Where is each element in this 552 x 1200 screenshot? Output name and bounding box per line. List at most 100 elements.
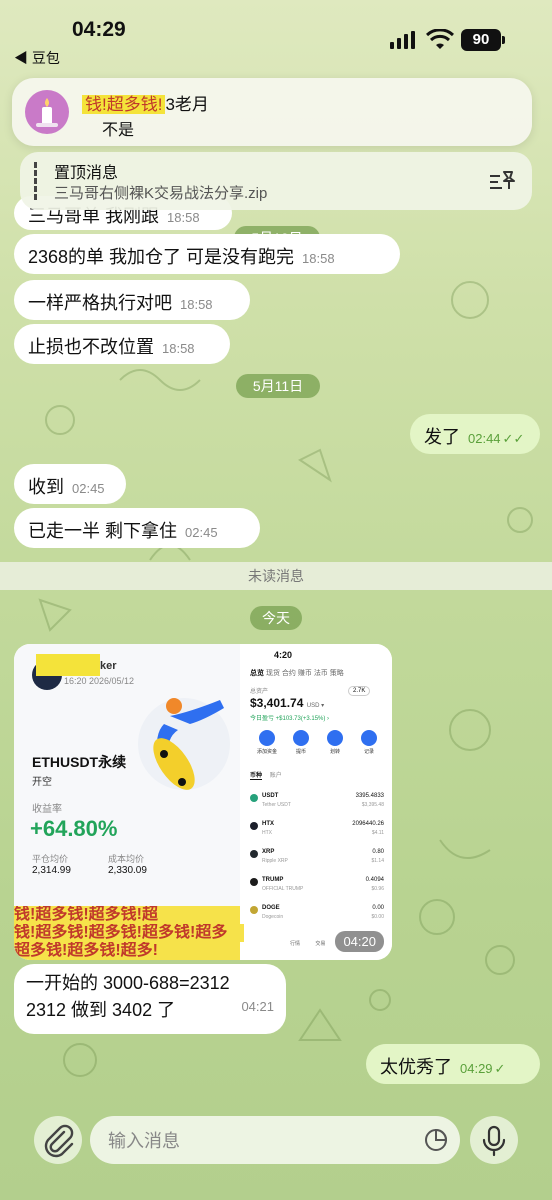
sender-name: 3老月: [165, 95, 209, 114]
withdraw-icon: [293, 730, 309, 746]
image-message[interactable]: ker 16:20 2026/05/12 ETHUSDT永续 开空 收益率 +6…: [14, 644, 392, 960]
pinned-subtitle: 三马哥右侧裸K交易战法分享.zip: [54, 185, 268, 202]
coin-value: $0.96: [371, 886, 384, 892]
wallet-tab: 赚币: [297, 670, 312, 677]
bottom-nav: 行情 交易: [290, 940, 325, 947]
total-unit: USD ▾: [306, 703, 325, 709]
message-input[interactable]: [106, 1116, 410, 1166]
sticker-icon[interactable]: [424, 1128, 448, 1152]
pinned-indicator: [34, 162, 40, 200]
image-time: 04:20: [335, 931, 384, 952]
coin-name: HTX: [262, 830, 272, 836]
trade-side: 开空: [32, 777, 52, 788]
pinned-title: 置顶消息: [54, 165, 119, 182]
coin-row: USDT Tether USDT 3395.4833 $3,395.48: [240, 790, 392, 818]
avg-open-value: 2,314.99: [32, 865, 71, 876]
pin-list-icon[interactable]: [488, 168, 516, 192]
cellular-signal-icon: [390, 31, 415, 49]
message-bubble[interactable]: 2368的单 我加仓了 可是没有跑完 18:58: [14, 234, 400, 274]
message-input-box[interactable]: [90, 1116, 460, 1166]
roi-value: +64.80%: [30, 816, 118, 841]
coin-row: HTX HTX 2096440.26 $4.11: [240, 818, 392, 846]
coin-value: $4.11: [371, 830, 384, 836]
avatar: [25, 90, 69, 134]
back-to-app-link[interactable]: ◀ 豆包: [14, 48, 60, 68]
push-notification[interactable]: 钱!超多钱! 3老月 不是: [12, 78, 532, 146]
date-separator: 今天: [250, 606, 302, 630]
message-text: 2368的单 我加仓了 可是没有跑完: [28, 247, 295, 267]
action-label: 提币: [295, 749, 306, 755]
list-tab: 账户: [269, 773, 282, 779]
coin-amount: 3395.4833: [355, 793, 384, 799]
message-time: 02:45: [72, 481, 105, 496]
message-text: 已走一半 剩下拿住: [28, 521, 178, 541]
nav-item: 交易: [315, 941, 326, 947]
avg-cost-label: 成本均价: [108, 854, 145, 864]
action-transfer: 划转: [320, 730, 350, 755]
message-bubble[interactable]: 一开始的 3000-688=2312 2312 做到 3402 了 04:21: [14, 964, 286, 1034]
voice-record-button[interactable]: [470, 1116, 518, 1164]
message-bubble-outgoing[interactable]: 发了 02:44 ✓✓: [410, 414, 540, 454]
message-time: 02:45: [185, 525, 218, 540]
coin-name: Tether USDT: [262, 802, 291, 808]
transfer-icon: [327, 730, 343, 746]
coin-amount: 0.00: [372, 905, 384, 911]
action-withdraw: 提币: [286, 730, 316, 755]
message-bubble[interactable]: 一样严格执行对吧 18:58: [14, 280, 250, 320]
candle-icon: [36, 98, 58, 127]
action-deposit: 添加资金: [252, 730, 282, 755]
message-bubble[interactable]: 收到 02:45: [14, 464, 126, 504]
total-badge: 2.7K: [348, 686, 371, 696]
coin-amount: 0.80: [372, 849, 384, 855]
coin-amount: 0.4094: [365, 877, 384, 883]
user-time: 16:20 2026/05/12: [64, 676, 135, 686]
message-time: 18:58: [180, 297, 213, 312]
wallet-tab: 策略: [329, 670, 344, 677]
message-time: 04:29: [460, 1061, 493, 1076]
pair-name: ETHUSDT永续: [32, 754, 127, 770]
coin-symbol: TRUMP: [262, 877, 284, 883]
microphone-icon: [482, 1125, 506, 1157]
coin-value: $3,395.48: [361, 802, 384, 808]
message-bubble-outgoing[interactable]: 太优秀了 04:29 ✓: [366, 1044, 540, 1084]
coin-name: Dogecoin: [262, 914, 284, 920]
coin-row: TRUMP OFFICIAL TRUMP 0.4094 $0.96: [240, 874, 392, 902]
action-records: 记录: [354, 730, 384, 755]
coin-icon: [250, 906, 258, 914]
message-time: 18:58: [302, 251, 335, 266]
coin-icon: [250, 850, 258, 858]
wallet-screenshot: 4:20 总览 现货 合约 赚币 法币 策略 总资产 2.7K $3,401.7…: [240, 644, 392, 960]
nav-item: 行情: [290, 941, 301, 947]
coin-symbol: DOGE: [262, 905, 280, 911]
coin-icon: [250, 878, 258, 886]
message-text-line: 2312 做到 3402 了: [26, 1000, 176, 1020]
message-text: 止损也不改位置: [28, 337, 154, 357]
message-bubble[interactable]: 止损也不改位置 18:58: [14, 324, 230, 364]
read-check-icon: ✓: [494, 1061, 506, 1076]
coin-row: DOGE Dogecoin 0.00 $0.00: [240, 902, 392, 930]
total-amount: $3,401.74: [250, 696, 304, 710]
message-text-line: 一开始的 3000-688=2312: [26, 973, 230, 993]
coin-value: $1.14: [371, 858, 384, 864]
message-time: 04:21: [241, 999, 274, 1014]
coin-icon: [250, 822, 258, 830]
censor-banner: 超多钱!超多钱!超多!: [14, 942, 240, 960]
date-separator: 5月11日: [236, 374, 320, 398]
message-text: 收到: [28, 477, 64, 497]
message-bubble[interactable]: 已走一半 剩下拿住 02:45: [14, 508, 260, 548]
avg-cost-value: 2,330.09: [108, 865, 147, 876]
wallet-tab: 总览: [250, 670, 264, 677]
total-label: 总资产: [250, 689, 269, 695]
battery-indicator: 90: [461, 29, 505, 51]
wallet-tabs: 总览 现货 合约 赚币 法币 策略: [250, 668, 344, 678]
attach-button[interactable]: [34, 1116, 82, 1164]
roi-label: 收益率: [32, 804, 62, 815]
message-time: 18:58: [167, 210, 200, 225]
status-bar: 04:29 ◀ 豆包 90: [0, 0, 552, 66]
wallet-tab: 法币: [313, 670, 328, 677]
pinned-message-bar[interactable]: 置顶消息 三马哥右侧裸K交易战法分享.zip: [20, 152, 532, 210]
coin-name: OFFICIAL TRUMP: [262, 886, 304, 892]
notification-message: 不是: [102, 122, 135, 139]
phone-clock: 4:20: [274, 650, 293, 660]
message-composer: [0, 1100, 552, 1200]
